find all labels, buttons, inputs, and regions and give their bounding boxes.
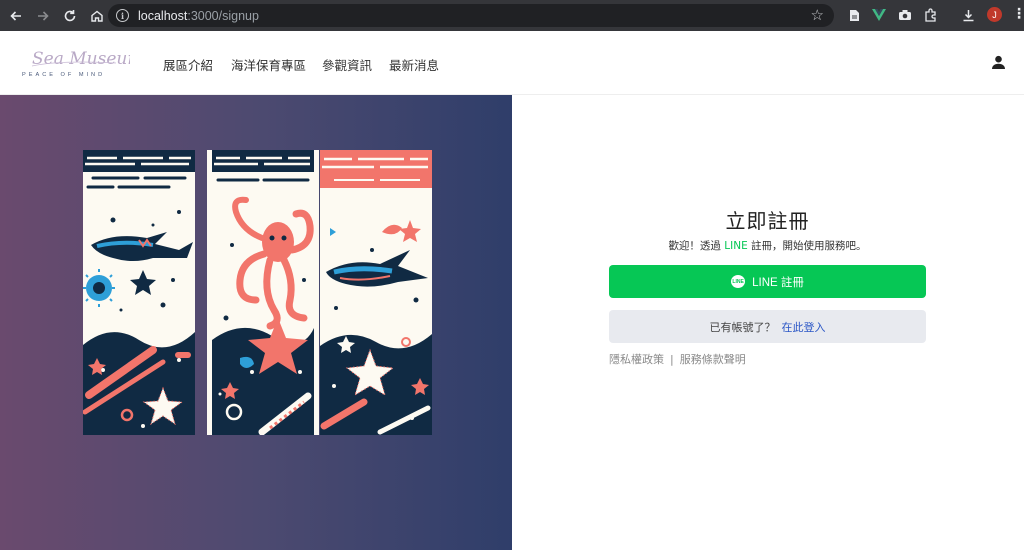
svg-text:PEACE OF MIND: PEACE OF MIND: [22, 72, 105, 78]
home-icon[interactable]: [85, 4, 109, 28]
info-icon[interactable]: i: [116, 9, 129, 22]
signup-subtitle: 歡迎！透過 LINE 註冊，開始使用服務吧。: [609, 238, 926, 253]
line-signup-label: LINE 註冊: [752, 276, 804, 289]
url-host: localhost: [138, 8, 188, 23]
line-logo-icon: LINE: [731, 275, 746, 288]
profile-avatar[interactable]: J: [987, 7, 1002, 22]
nav-ocean-conservation[interactable]: 海洋保育專區: [231, 55, 306, 74]
browser-toolbar: i localhost:3000/signup ☆ J ⋮: [0, 0, 1024, 31]
download-icon[interactable]: [960, 7, 976, 23]
line-signup-button[interactable]: LINE LINE 註冊: [609, 265, 926, 298]
reload-icon[interactable]: [58, 4, 82, 28]
have-account-text: 已有帳號了？: [709, 320, 776, 334]
nav-exhibitions[interactable]: 展區介紹: [163, 55, 213, 74]
subtitle-line-word: LINE: [724, 240, 748, 252]
signup-title: 立即註冊: [725, 209, 810, 233]
star-icon[interactable]: ☆: [811, 6, 824, 24]
nav-latest-news[interactable]: 最新消息: [389, 55, 439, 74]
document-icon[interactable]: [846, 7, 862, 23]
subtitle-prefix: 歡迎！透過: [668, 240, 725, 252]
policy-links: 隱私權政策 | 服務條款聲明: [609, 351, 746, 367]
forward-icon[interactable]: [31, 4, 55, 28]
svg-text:Sea Museum: Sea Museum: [32, 49, 130, 69]
ocean-art-panel-shark: [83, 150, 195, 435]
user-icon[interactable]: [991, 55, 1006, 70]
camera-icon[interactable]: [897, 7, 913, 23]
site-header: Sea Museum PEACE OF MIND 展區介紹 海洋保育專區 參觀資…: [0, 31, 1024, 95]
privacy-policy-link[interactable]: 隱私權政策: [609, 351, 664, 367]
subtitle-suffix: 註冊，開始使用服務吧。: [747, 240, 867, 252]
link-separator: |: [670, 352, 674, 366]
url-text: localhost:3000/signup: [138, 9, 259, 23]
login-prompt: 已有帳號了？ 在此登入: [609, 310, 926, 343]
login-link[interactable]: 在此登入: [782, 319, 826, 335]
extensions-icon[interactable]: [923, 7, 939, 23]
terms-of-service-link[interactable]: 服務條款聲明: [680, 351, 746, 367]
ocean-art-panel-octopus: [207, 150, 319, 435]
url-path: :3000/signup: [187, 8, 259, 23]
nav-visit-info[interactable]: 參觀資訊: [322, 55, 372, 74]
site-logo[interactable]: Sea Museum PEACE OF MIND: [20, 42, 143, 82]
back-icon[interactable]: [4, 4, 28, 28]
hero-panel: [0, 95, 512, 550]
ocean-art-panel-swordfish: [320, 150, 432, 435]
vue-devtools-icon[interactable]: [871, 7, 887, 23]
address-bar[interactable]: i localhost:3000/signup ☆: [108, 4, 834, 27]
menu-icon[interactable]: ⋮: [1012, 6, 1024, 22]
